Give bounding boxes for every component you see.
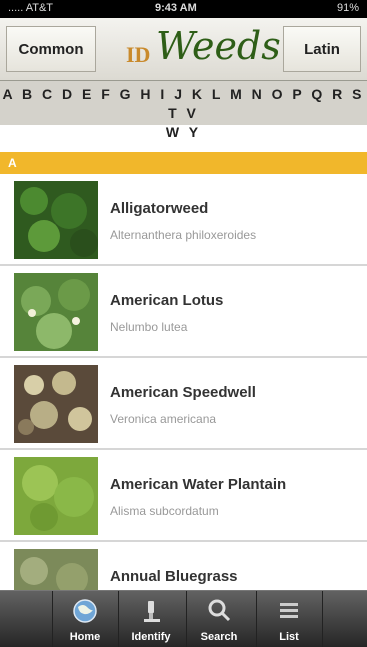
- section-header-a: A: [0, 152, 367, 174]
- list-item[interactable]: Alligatorweed Alternanthera philoxeroide…: [0, 174, 367, 266]
- latin-sort-button[interactable]: Latin: [283, 26, 361, 72]
- weed-thumbnail: [14, 181, 98, 259]
- tab-search[interactable]: Search: [186, 591, 252, 647]
- list-item[interactable]: American Lotus Nelumbo lutea: [0, 266, 367, 358]
- weed-common-name: Annual Bluegrass: [110, 568, 238, 585]
- tab-list[interactable]: List: [256, 591, 322, 647]
- idweeds-logo: ID Weeds: [122, 24, 282, 76]
- app-header: Common ID Weeds Latin: [0, 18, 367, 81]
- weed-common-name: American Speedwell: [110, 384, 256, 401]
- logo-weeds-text: Weeds: [156, 24, 281, 68]
- list-icon: [280, 603, 298, 618]
- globe-icon: [73, 599, 97, 623]
- list-item[interactable]: American Water Plantain Alisma subcordat…: [0, 450, 367, 542]
- weed-latin-name: Alisma subcordatum: [110, 504, 219, 518]
- list-item[interactable]: American Speedwell Veronica americana: [0, 358, 367, 450]
- weed-thumbnail: [14, 457, 98, 535]
- alphabet-line-2[interactable]: W Y: [0, 123, 367, 142]
- alphabet-line-1[interactable]: A B C D E F G H I J K L M N O P Q R S T …: [0, 85, 367, 123]
- tab-search-label: Search: [200, 631, 238, 643]
- weed-latin-name: Alternanthera philoxeroides: [110, 228, 257, 242]
- microscope-icon: [144, 601, 160, 622]
- weed-common-name: Alligatorweed: [110, 200, 209, 217]
- weed-list: Alligatorweed Alternanthera philoxeroide…: [0, 174, 367, 634]
- common-sort-button[interactable]: Common: [6, 26, 96, 72]
- magnifier-icon: [208, 599, 231, 622]
- weed-common-name: American Lotus: [110, 292, 224, 309]
- carrier-label: ..... AT&T: [8, 2, 54, 14]
- clock: 9:43 AM: [155, 2, 197, 14]
- weed-latin-name: Veronica americana: [110, 412, 217, 426]
- weed-thumbnail: [14, 273, 98, 351]
- weed-thumbnail: [14, 365, 98, 443]
- tab-bar: Home Identify Search List: [0, 590, 367, 647]
- tab-list-label: List: [279, 631, 299, 643]
- logo-id-text: ID: [126, 42, 151, 67]
- alphabet-index[interactable]: A B C D E F G H I J K L M N O P Q R S T …: [0, 81, 367, 140]
- status-bar: ..... AT&T 9:43 AM 91%: [0, 0, 367, 18]
- tab-home[interactable]: Home: [52, 591, 118, 647]
- weed-common-name: American Water Plantain: [110, 476, 287, 493]
- battery-level: 91%: [336, 2, 359, 14]
- tab-home-label: Home: [69, 631, 101, 643]
- weed-latin-name: Nelumbo lutea: [110, 320, 188, 334]
- tab-divider: [322, 591, 323, 647]
- tab-identify-label: Identify: [131, 631, 171, 643]
- tab-identify[interactable]: Identify: [118, 591, 184, 647]
